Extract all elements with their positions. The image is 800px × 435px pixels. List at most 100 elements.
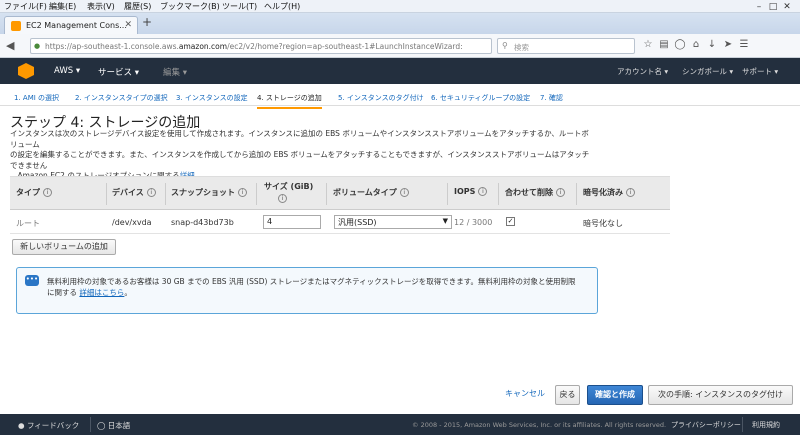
toolbar-icons: ☆ ▤ ◯ ⌂ ↓ ➤ ☰ — [640, 39, 752, 50]
wizard-step-2[interactable]: 2. インスタンスタイプの選択 — [75, 93, 168, 103]
info-text: 無料利用枠の対象であるお客様は 30 GB までの EBS 汎用 (SSD) ス… — [47, 276, 592, 298]
clipboard-icon[interactable]: ▤ — [656, 39, 672, 50]
wizard-steps: 1. AMI の選択 2. インスタンスタイプの選択 3. インスタンスの設定 … — [0, 84, 800, 109]
page-description: インスタンスは次のストレージデバイス設定を使用して作成されます。インスタンスに追… — [10, 129, 590, 182]
privacy-policy-link[interactable]: プライバシーポリシー — [671, 420, 741, 430]
col-snapshot: スナップショット i — [171, 187, 247, 198]
description-line-2: の設定を編集することができます。また、インスタンスを作成してから追加の EBS … — [10, 150, 590, 170]
back-arrow-icon[interactable]: ◀ — [6, 39, 14, 52]
aws-top-bar: AWS ▾ サービス ▾ 編集 ▾ アカウント名 ▾ シンガポール ▾ サポート… — [0, 58, 800, 84]
learn-more-link[interactable]: 詳細はこちら — [79, 288, 124, 297]
wizard-step-7[interactable]: 7. 確認 — [540, 93, 563, 103]
tab-strip: EC2 Management Cons... ✕ + — [0, 13, 800, 34]
footer-divider — [90, 417, 91, 432]
info-icon[interactable]: i — [556, 188, 565, 197]
column-divider — [576, 183, 577, 205]
col-delete-on-termination: 合わせて削除 i — [505, 187, 565, 198]
region-menu[interactable]: シンガポール ▾ — [682, 66, 733, 77]
cell-device: /dev/xvda — [112, 218, 152, 227]
delete-on-termination-checkbox[interactable]: ✓ — [506, 217, 515, 226]
aws-menu[interactable]: AWS ▾ — [54, 66, 80, 76]
menu-tools[interactable]: ツール(T) — [222, 1, 257, 12]
review-and-launch-button[interactable]: 確認と作成 — [587, 385, 643, 405]
globe-icon: ◯ — [97, 421, 106, 430]
language-selector[interactable]: ◯ 日本語 — [97, 420, 130, 431]
cell-snapshot: snap-d43bd73b — [171, 218, 234, 227]
new-tab-icon[interactable]: + — [142, 15, 152, 29]
info-icon[interactable]: i — [478, 187, 488, 196]
feedback-link[interactable]: ● フィードバック — [18, 420, 79, 431]
menu-edit[interactable]: 編集(E) — [49, 1, 76, 12]
menu-view[interactable]: 表示(V) — [87, 1, 115, 12]
back-button[interactable]: 戻る — [555, 385, 580, 405]
column-divider — [326, 183, 327, 205]
next-tag-instance-button[interactable]: 次の手順: インスタンスのタグ付け — [648, 385, 793, 405]
browser-navbar: ◀ ● https://ap-southeast-1.console.aws.a… — [0, 34, 800, 58]
info-icon[interactable]: i — [278, 194, 287, 203]
support-menu[interactable]: サポート ▾ — [742, 66, 778, 77]
info-icon[interactable]: i — [399, 188, 409, 197]
copyright-text: © 2008 - 2015, Amazon Web Services, Inc.… — [412, 421, 667, 429]
column-divider — [498, 183, 499, 205]
star-icon[interactable]: ☆ — [640, 39, 656, 50]
col-volume-type: ボリュームタイプ i — [333, 187, 409, 198]
size-input[interactable]: 4 — [263, 215, 321, 229]
column-divider — [165, 183, 166, 205]
wizard-step-3[interactable]: 3. インスタンスの設定 — [176, 93, 248, 103]
menu-icon[interactable]: ☰ — [736, 39, 752, 50]
pin-icon[interactable]: ➤ — [720, 39, 736, 50]
col-size: サイズ (GiB) i — [264, 182, 314, 203]
chevron-down-icon: ▼ — [442, 217, 448, 225]
wizard-step-6[interactable]: 6. セキュリティグループの設定 — [431, 93, 530, 103]
add-volume-button[interactable]: 新しいボリュームの追加 — [12, 239, 116, 255]
aws-cube-icon[interactable] — [18, 63, 34, 79]
search-placeholder: 検索 — [514, 43, 529, 52]
search-field[interactable]: ⚲ 検索 — [497, 38, 635, 54]
table-row: ルート /dev/xvda snap-d43bd73b 4 汎用(SSD) ▼ 1… — [10, 210, 670, 234]
home-icon[interactable]: ⌂ — [688, 39, 704, 50]
services-menu[interactable]: サービス ▾ — [98, 66, 139, 78]
cell-encrypted: 暗号化なし — [583, 219, 623, 228]
column-divider — [447, 183, 448, 205]
info-icon[interactable]: i — [626, 188, 635, 197]
chat-icon: ● — [18, 421, 25, 430]
url-text: https://ap-southeast-1.console.aws.amazo… — [45, 42, 463, 51]
account-menu[interactable]: アカウント名 ▾ — [617, 66, 668, 77]
col-encrypted: 暗号化済み i — [583, 187, 635, 198]
cancel-button[interactable]: キャンセル — [500, 385, 550, 405]
info-icon[interactable]: i — [146, 188, 156, 197]
console-footer: ● フィードバック ◯ 日本語 © 2008 - 2015, Amazon We… — [0, 414, 800, 435]
terms-link[interactable]: 利用規約 — [752, 420, 780, 430]
close-window-icon[interactable]: ✕ — [780, 2, 794, 12]
info-icon[interactable]: i — [43, 188, 52, 197]
browser-tab[interactable]: EC2 Management Cons... ✕ — [4, 16, 138, 34]
browser-menubar: ファイル(F) 編集(E) 表示(V) 履歴(S) ブックマーク(B) ツール(… — [0, 0, 800, 13]
col-type: タイプ i — [16, 187, 52, 198]
lock-icon: ● — [34, 42, 41, 50]
shield-icon[interactable]: ◯ — [672, 39, 688, 50]
info-icon[interactable]: i — [238, 188, 247, 197]
menu-help[interactable]: ヘルプ(H) — [264, 1, 300, 12]
info-line-2: に関する 詳細はこちら。 — [47, 288, 132, 297]
footer-divider — [742, 417, 743, 432]
volume-type-select[interactable]: 汎用(SSD) ▼ — [334, 215, 452, 229]
col-iops: IOPS i — [454, 187, 488, 196]
menu-file[interactable]: ファイル(F) — [4, 1, 47, 12]
wizard-step-5[interactable]: 5. インスタンスのタグ付け — [338, 93, 424, 103]
wizard-step-1[interactable]: 1. AMI の選択 — [14, 93, 59, 103]
column-divider — [106, 183, 107, 205]
wizard-step-4-active[interactable]: 4. ストレージの追加 — [257, 93, 322, 109]
menu-bookmarks[interactable]: ブックマーク(B) — [160, 1, 220, 12]
col-device: デバイス i — [112, 187, 156, 198]
search-icon: ⚲ — [502, 41, 508, 50]
url-bar[interactable]: ● https://ap-southeast-1.console.aws.ama… — [30, 38, 492, 54]
download-icon[interactable]: ↓ — [704, 39, 720, 50]
close-tab-icon[interactable]: ✕ — [124, 20, 132, 30]
menu-history[interactable]: 履歴(S) — [124, 1, 151, 12]
edit-menu[interactable]: 編集 ▾ — [163, 66, 187, 78]
column-divider — [256, 183, 257, 205]
maximize-icon[interactable]: □ — [766, 2, 780, 12]
window-controls: – □ ✕ — [752, 2, 794, 12]
minimize-icon[interactable]: – — [752, 2, 766, 12]
storage-table-header: タイプ i デバイス i スナップショット i サイズ (GiB) i ボリュームタイプ… — [10, 176, 670, 210]
